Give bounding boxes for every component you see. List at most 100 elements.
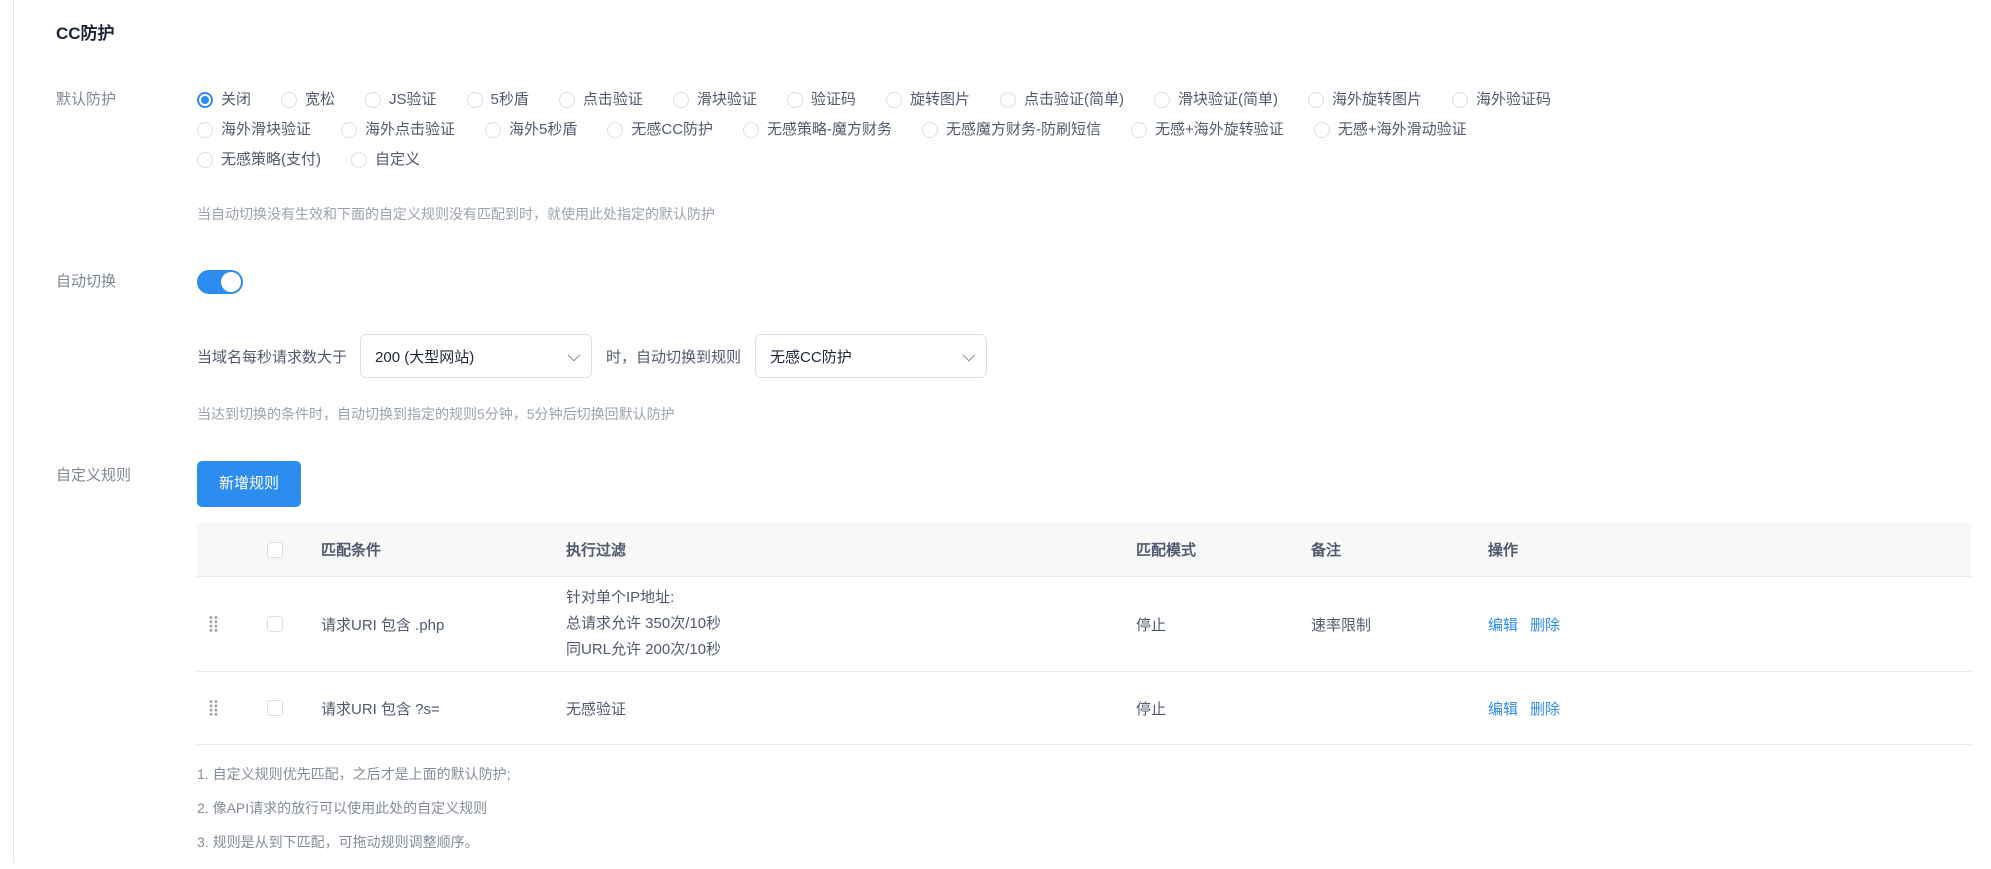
radio-icon: [1307, 92, 1324, 108]
condition-middle-text: 时，自动切换到规则: [606, 348, 742, 366]
radio-label: 海外旋转图片: [1331, 91, 1422, 108]
radio-label: 无感+海外滑动验证: [1337, 121, 1467, 138]
radio-option[interactable]: 无感魔方财务-防刷短信: [922, 115, 1101, 145]
radio-label: 验证码: [810, 91, 856, 108]
radio-option[interactable]: 海外滑块验证: [197, 115, 311, 145]
radio-label: 5秒盾: [490, 91, 529, 108]
radio-row-1: 关闭 宽松 JS验证 5秒盾 点击验证 滑块验证 验证码 旋转图片 点击验证(简…: [197, 85, 1971, 115]
default-protection-row: 默认防护 关闭 宽松 JS验证 5秒盾 点击验证 滑块验证 验证码 旋转图片 点…: [56, 85, 1971, 223]
radio-option-close[interactable]: 关闭: [197, 85, 251, 115]
radio-label: 海外5秒盾: [509, 121, 578, 138]
radio-option[interactable]: JS验证: [365, 85, 437, 115]
radio-icon: [351, 152, 367, 168]
radio-label: 无感CC防护: [631, 121, 714, 138]
rule-select-value: 无感CC防护: [770, 348, 852, 366]
radio-icon: [607, 122, 624, 138]
radio-option[interactable]: 自定义: [351, 145, 420, 175]
radio-option[interactable]: 无感策略-魔方财务: [743, 115, 892, 145]
default-protection-help: 当自动切换没有生效和下面的自定义规则没有匹配到时，就使用此处指定的默认防护: [197, 206, 715, 222]
note-line: 2. 像API请求的放行可以使用此处的自定义规则: [197, 800, 488, 816]
radio-icon: [743, 122, 760, 138]
cc-protection-panel: CC防护 默认防护 关闭 宽松 JS验证 5秒盾 点击验证 滑块验证 验证码 旋…: [13, 0, 1991, 863]
edit-link[interactable]: 编辑: [1488, 617, 1518, 634]
row-checkbox[interactable]: [267, 700, 283, 716]
rule-filter: 无感验证: [566, 700, 627, 718]
radio-selected-icon: [197, 92, 213, 108]
radio-label: 宽松: [305, 91, 336, 108]
radio-option[interactable]: 海外点击验证: [341, 115, 455, 145]
filter-line: 总请求允许 350次/10秒: [566, 615, 722, 632]
delete-link[interactable]: 删除: [1530, 617, 1560, 634]
radio-icon: [1451, 92, 1468, 108]
radio-option[interactable]: 海外验证码: [1451, 85, 1551, 115]
rule-mode: 停止: [1136, 700, 1167, 718]
header-condition: 匹配条件: [321, 542, 382, 559]
threshold-select[interactable]: 200 (大型网站): [360, 334, 593, 378]
radio-icon: [922, 122, 939, 138]
radio-option[interactable]: 宽松: [281, 85, 335, 115]
condition-prefix-text: 当域名每秒请求数大于: [197, 348, 348, 366]
radio-label: 自定义: [375, 151, 421, 168]
radio-label: 点击验证(简单): [1023, 91, 1124, 108]
radio-icon: [672, 92, 689, 108]
threshold-select-value: 200 (大型网站): [375, 348, 475, 366]
delete-link[interactable]: 删除: [1530, 701, 1560, 718]
radio-option[interactable]: 验证码: [786, 85, 856, 115]
toggle-knob: [221, 272, 241, 292]
radio-option[interactable]: 无感+海外滑动验证: [1313, 115, 1467, 145]
radio-option[interactable]: 无感策略(支付): [197, 145, 321, 175]
rule-filter: 针对单个IP地址: 总请求允许 350次/10秒 同URL允许 200次/10秒: [566, 577, 1136, 671]
auto-switch-toggle[interactable]: [197, 270, 243, 294]
radio-option[interactable]: 海外旋转图片: [1307, 85, 1422, 115]
radio-icon: [365, 92, 382, 108]
row-checkbox[interactable]: [267, 616, 283, 632]
auto-switch-row: 自动切换 当域名每秒请求数大于 200 (大型网站) 时，自动切换到规则 无感C…: [56, 267, 1971, 423]
page-title: CC防护: [56, 24, 115, 43]
radio-row-2: 海外滑块验证 海外点击验证 海外5秒盾 无感CC防护 无感策略-魔方财务 无感魔…: [197, 115, 1971, 145]
radio-option[interactable]: 滑块验证(简单): [1153, 85, 1278, 115]
rule-condition: 请求URI 包含 ?s=: [321, 700, 440, 718]
radio-option[interactable]: 点击验证(简单): [999, 85, 1124, 115]
radio-icon: [1131, 122, 1148, 138]
drag-handle[interactable]: [197, 699, 241, 717]
filter-line: 针对单个IP地址:: [566, 589, 675, 606]
radio-row-3: 无感策略(支付) 自定义: [197, 145, 1971, 175]
radio-option[interactable]: 海外5秒盾: [485, 115, 577, 145]
radio-icon: [1313, 122, 1330, 138]
table-header-row: 匹配条件 执行过滤 匹配模式 备注 操作: [197, 523, 1971, 577]
drag-handle[interactable]: [197, 615, 241, 633]
rule-select[interactable]: 无感CC防护: [755, 334, 988, 378]
rule-mode: 停止: [1136, 616, 1167, 634]
radio-icon: [558, 92, 575, 108]
radio-icon: [281, 92, 298, 108]
radio-option[interactable]: 点击验证: [558, 85, 643, 115]
radio-option[interactable]: 无感CC防护: [607, 115, 713, 145]
select-all-checkbox[interactable]: [267, 541, 283, 558]
radio-label: 无感魔方财务-防刷短信: [946, 121, 1102, 138]
radio-option[interactable]: 5秒盾: [466, 85, 529, 115]
add-rule-button[interactable]: 新增规则: [197, 461, 302, 507]
edit-link[interactable]: 编辑: [1488, 701, 1518, 718]
radio-label: 关闭: [221, 91, 252, 108]
radio-icon: [485, 122, 502, 138]
radio-label: 旋转图片: [909, 91, 970, 108]
header-actions: 操作: [1488, 542, 1519, 559]
drag-handle-icon: [209, 700, 217, 716]
custom-rules-row: 自定义规则 新增规则 匹配条件 执行过滤 匹配模式 备注 操作 请求URI 包含…: [56, 461, 1971, 869]
auto-switch-label: 自动切换: [56, 273, 117, 290]
switch-condition-row: 当域名每秒请求数大于 200 (大型网站) 时，自动切换到规则 无感CC防护: [197, 334, 1971, 378]
radio-label: 无感策略(支付): [221, 151, 321, 168]
radio-option[interactable]: 滑块验证: [672, 85, 757, 115]
radio-label: 滑块验证(简单): [1177, 91, 1278, 108]
radio-label: 点击验证: [582, 91, 643, 108]
chevron-down-icon: [567, 348, 581, 361]
radio-option[interactable]: 无感+海外旋转验证: [1131, 115, 1284, 145]
radio-option[interactable]: 旋转图片: [885, 85, 970, 115]
radio-label: 无感+海外旋转验证: [1155, 121, 1284, 138]
radio-icon: [885, 92, 902, 108]
radio-label: 海外滑块验证: [221, 121, 312, 138]
radio-label: 无感策略-魔方财务: [767, 121, 893, 138]
note-line: 1. 自定义规则优先匹配，之后才是上面的默认防护;: [197, 766, 511, 782]
table-row: 请求URI 包含 ?s= 无感验证 停止 编辑 删除: [197, 672, 1971, 745]
chevron-down-icon: [962, 348, 976, 361]
